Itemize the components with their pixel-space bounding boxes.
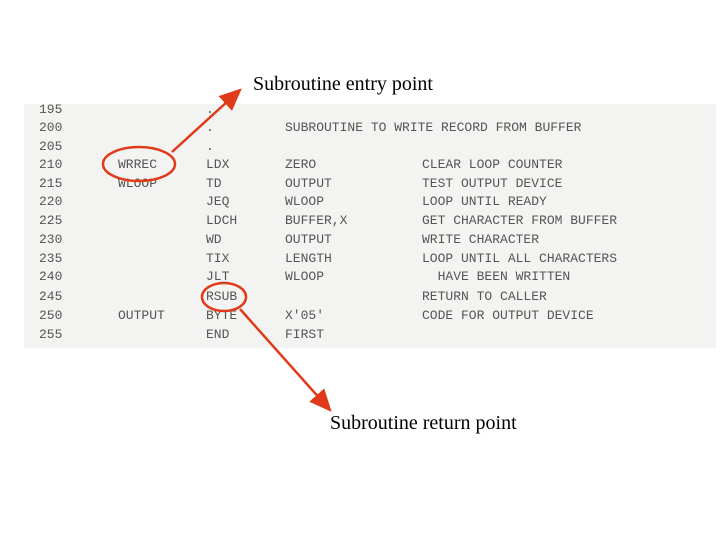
entry-arrow bbox=[171, 88, 242, 153]
entry-point-label: Subroutine entry point bbox=[253, 73, 433, 95]
return-point-label: Subroutine return point bbox=[330, 412, 517, 434]
entry-highlight-ellipse bbox=[101, 145, 177, 183]
return-arrow bbox=[239, 308, 332, 412]
return-highlight-ellipse bbox=[200, 281, 248, 313]
